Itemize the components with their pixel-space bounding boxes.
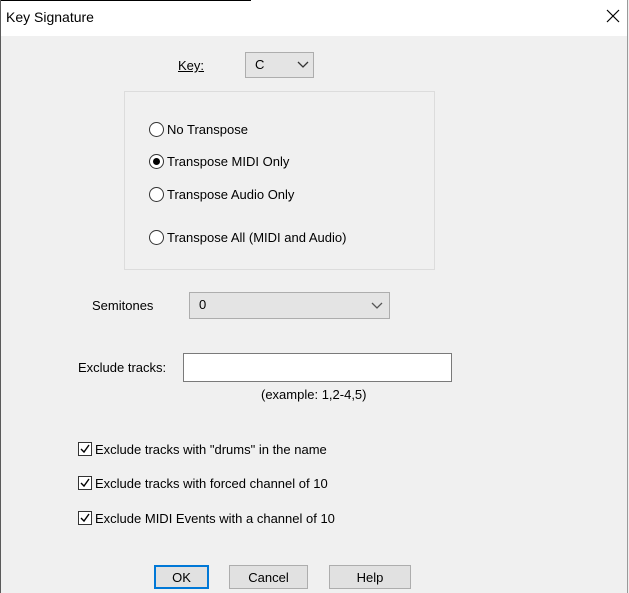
key-signature-dialog: Key Signature Key: C No Transpose Transp… [0,0,628,593]
transpose-group: No Transpose Transpose MIDI Only Transpo… [124,91,435,270]
key-value: C [255,57,265,72]
dialog-title: Key Signature [6,9,94,25]
radio-label: Transpose MIDI Only [167,153,290,169]
exclude-tracks-hint: (example: 1,2-4,5) [261,387,367,402]
checkbox-label: Exclude MIDI Events with a channel of 10 [95,510,335,526]
semitones-select[interactable]: 0 [189,292,390,319]
radio-no-transpose[interactable]: No Transpose [149,120,248,138]
checkbox-exclude-midi-events[interactable]: Exclude MIDI Events with a channel of 10 [78,509,335,527]
semitones-label: Semitones [92,298,154,313]
key-label: Key: [178,58,205,73]
radio-label: No Transpose [167,121,248,137]
title-bar: Key Signature [1,0,627,36]
chevron-down-icon [371,302,383,309]
help-button[interactable]: Help [329,565,411,589]
top-border [1,0,251,1]
radio-button[interactable] [149,121,164,137]
radio-transpose-audio-only[interactable]: Transpose Audio Only [149,185,294,203]
radio-button[interactable] [149,186,164,202]
checkbox-exclude-forced-channel[interactable]: Exclude tracks with forced channel of 10 [78,474,328,492]
checkmark-icon [80,444,90,454]
exclude-tracks-label: Exclude tracks: [78,360,167,375]
radio-transpose-midi-only[interactable]: Transpose MIDI Only [149,152,289,170]
checkbox-exclude-drums[interactable]: Exclude tracks with "drums" in the name [78,440,327,458]
checkbox[interactable] [78,442,92,456]
cancel-button[interactable]: Cancel [229,565,308,589]
key-select[interactable]: C [245,52,314,78]
ok-button[interactable]: OK [154,565,209,589]
radio-label: Transpose Audio Only [167,186,295,202]
radio-button[interactable] [149,229,164,245]
checkbox-label: Exclude tracks with forced channel of 10 [95,475,328,491]
radio-label: Transpose All (MIDI and Audio) [167,229,347,245]
radio-button-selected[interactable] [149,153,164,169]
radio-transpose-all[interactable]: Transpose All (MIDI and Audio) [149,228,346,246]
semitones-value: 0 [199,297,207,312]
exclude-tracks-input[interactable] [183,353,452,382]
checkbox[interactable] [78,511,92,525]
chevron-down-icon [297,61,309,68]
checkmark-icon [80,513,90,523]
close-icon [606,9,620,23]
checkbox[interactable] [78,476,92,490]
checkbox-label: Exclude tracks with "drums" in the name [95,441,327,457]
checkmark-icon [80,478,90,488]
close-button[interactable] [599,1,627,31]
